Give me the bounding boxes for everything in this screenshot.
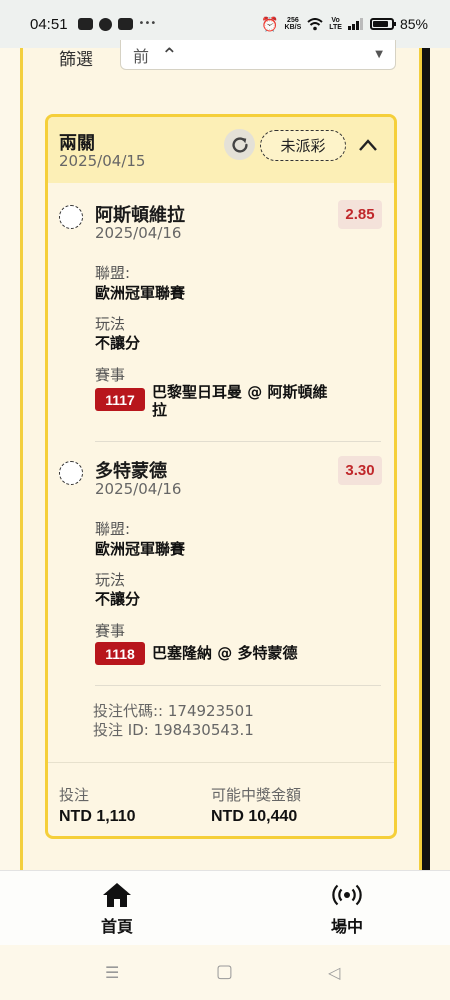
wifi-icon [307, 17, 323, 30]
battery-percent: 85% [399, 16, 428, 32]
odds-badge: 2.85 [338, 200, 382, 229]
bet-leg: 多特蒙德 2025/04/16 3.30 聯盟: 歐洲冠軍聯賽 玩法 不讓分 賽… [48, 439, 394, 679]
odds-badge: 3.30 [338, 456, 382, 485]
back-icon[interactable]: ◁ [328, 963, 340, 982]
match-name: 巴塞隆納 @ 多特蒙德 [152, 644, 298, 662]
event-label: 賽事 [95, 366, 126, 384]
leg-date: 2025/04/16 [95, 480, 182, 498]
bet-card-footer: 投注 NTD 1,110 可能中獎金額 NTD 10,440 [48, 762, 394, 836]
status-badge: 未派彩 [260, 130, 346, 161]
stake-label: 投注 [59, 786, 90, 804]
status-badge-label: 未派彩 [280, 137, 326, 155]
refresh-button[interactable] [224, 129, 255, 160]
odds-value: 3.30 [345, 462, 375, 479]
market-label: 玩法 [95, 571, 126, 589]
home-icon [103, 883, 131, 907]
bottom-nav: 首頁 場中 [0, 870, 450, 945]
stake-value: NTD 1,110 [59, 808, 136, 825]
battery-icon [369, 18, 396, 30]
scroll-edge [422, 48, 430, 870]
signal-icon [347, 18, 363, 30]
system-status-icons: ⏰ 256 KB/S Vo LTE 85% [261, 16, 428, 33]
league-value: 歐洲冠軍聯賽 [95, 540, 186, 558]
refresh-icon [231, 136, 248, 153]
chevron-up-small-icon: ⌃ [161, 42, 178, 67]
bet-code: 投注代碼:: 174923501 [93, 702, 254, 720]
filter-selected-value: 前 [133, 46, 150, 66]
odds-value: 2.85 [345, 206, 375, 223]
right-margin [430, 48, 450, 870]
bet-card-header: 兩關 2025/04/15 未派彩 [48, 117, 394, 183]
payout-label: 可能中獎金額 [211, 786, 302, 804]
volte-indicator: Vo LTE [329, 17, 342, 31]
market-value: 不讓分 [95, 590, 141, 608]
market-value: 不讓分 [95, 334, 141, 352]
event-label: 賽事 [95, 622, 126, 640]
status-time: 04:51 [30, 15, 68, 33]
nav-home[interactable]: 首頁 [72, 881, 162, 937]
match-id: 1117 [105, 391, 135, 408]
menu-icon[interactable]: ☰ [105, 963, 119, 982]
league-label: 聯盟: [95, 264, 131, 282]
league-label: 聯盟: [95, 520, 131, 538]
dropdown-caret-icon: ▼ [375, 49, 383, 60]
payout-value: NTD 10,440 [211, 808, 298, 825]
codes-divider [95, 685, 381, 686]
filter-select[interactable]: 前 ⌃ ▼ [120, 40, 396, 70]
bet-card: 兩關 2025/04/15 未派彩 阿斯頓維拉 2025/04/16 2.85 … [45, 114, 397, 839]
alarm-icon: ⏰ [261, 15, 279, 32]
system-nav-bar: ☰ ▢ ◁ [0, 945, 450, 1000]
broadcast-icon [332, 884, 362, 906]
bet-leg: 阿斯頓維拉 2025/04/16 2.85 聯盟: 歐洲冠軍聯賽 玩法 不讓分 … [48, 183, 394, 443]
league-value: 歐洲冠軍聯賽 [95, 284, 186, 302]
leg-radio[interactable] [59, 205, 83, 229]
nav-home-label: 首頁 [100, 917, 133, 936]
baseball-icon [98, 17, 112, 31]
leg-radio[interactable] [59, 461, 83, 485]
chevron-up-icon [359, 139, 377, 151]
more-notifications-icon: ••• [138, 18, 157, 29]
bet-codes: 投注代碼:: 174923501 投注 ID: 198430543.1 [93, 702, 254, 740]
match-id-badge: 1117 [95, 388, 145, 411]
bet-date: 2025/04/15 [59, 152, 146, 170]
notification-icons: ••• [77, 17, 157, 31]
nav-live-label: 場中 [330, 917, 363, 936]
twitch-icon [117, 18, 133, 30]
nav-live[interactable]: 場中 [302, 881, 392, 937]
leg-date: 2025/04/16 [95, 224, 182, 242]
filter-label: 篩選 [59, 50, 93, 70]
collapse-button[interactable] [356, 133, 380, 157]
market-label: 玩法 [95, 315, 126, 333]
match-id: 1118 [105, 645, 135, 662]
bet-id: 投注 ID: 198430543.1 [93, 721, 254, 739]
youtube-icon [77, 18, 93, 30]
home-square-icon[interactable]: ▢ [216, 961, 233, 982]
match-id-badge: 1118 [95, 642, 145, 665]
net-speed: 256 KB/S [284, 17, 302, 31]
match-name: 巴黎聖日耳曼 @ 阿斯頓維拉 [152, 383, 328, 419]
